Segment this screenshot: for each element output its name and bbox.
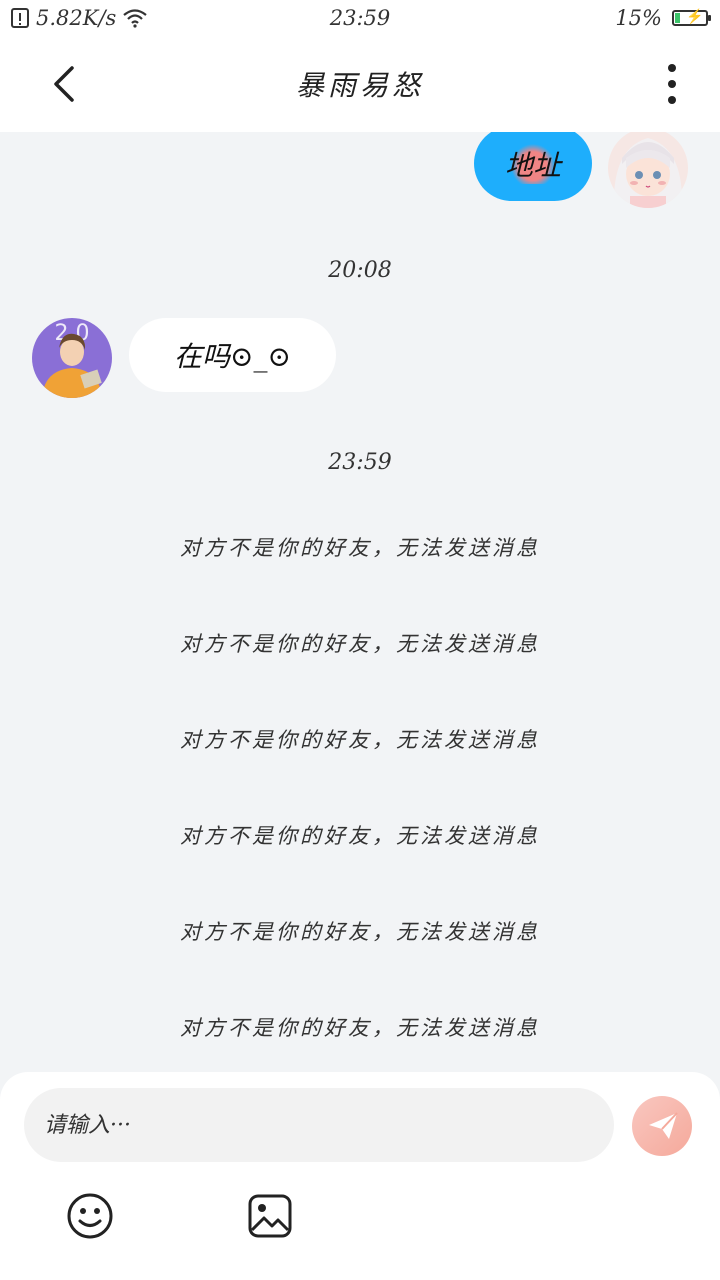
battery-level (675, 13, 680, 23)
chat-title: 暴雨易怒 (295, 69, 424, 102)
message-input[interactable] (24, 1088, 614, 1162)
timestamp: 23:59 (328, 450, 392, 475)
system-notice: 对方不是你的好友，无法发送消息 (180, 632, 540, 656)
system-notice: 对方不是你的好友，无法发送消息 (180, 824, 540, 848)
chat-messages[interactable]: 地址 20:08 2 0 在吗⊙_⊙ 23:59 对方不是你的好友，无法发送消息… (0, 132, 720, 1072)
system-notice: 对方不是你的好友，无法发送消息 (180, 728, 540, 752)
status-right: 15% ⚡ (615, 6, 711, 30)
emoji-button[interactable] (66, 1192, 114, 1240)
contact-avatar[interactable]: 2 0 (32, 318, 112, 398)
charging-icon: ⚡ (686, 9, 704, 25)
more-vertical-icon (668, 64, 676, 104)
input-panel (0, 1072, 720, 1280)
emoji-icon (67, 1193, 113, 1239)
system-notice: 对方不是你的好友，无法发送消息 (180, 1016, 540, 1040)
timestamp: 20:08 (328, 258, 392, 283)
status-time: 23:59 (329, 6, 391, 30)
battery-percent: 15% (615, 6, 662, 30)
system-notice: 对方不是你的好友，无法发送消息 (180, 920, 540, 944)
chat-header: 暴雨易怒 (0, 36, 720, 132)
status-bar: 5.82K/s 23:59 15% ⚡ (0, 0, 720, 36)
more-button[interactable] (652, 62, 692, 106)
boy-avatar-image: 2 0 (32, 318, 112, 398)
send-icon (649, 1112, 678, 1139)
received-message-bubble[interactable]: 在吗⊙_⊙ (129, 318, 336, 392)
sent-message-bubble[interactable]: 地址 (474, 132, 592, 201)
system-notice: 对方不是你的好友，无法发送消息 (180, 536, 540, 560)
anime-girl-avatar-image (608, 132, 688, 208)
image-icon (248, 1194, 292, 1238)
battery-icon: ⚡ (672, 9, 711, 26)
send-button[interactable] (632, 1096, 692, 1156)
image-button[interactable] (246, 1192, 294, 1240)
my-avatar[interactable] (608, 132, 688, 208)
sent-message-text: 地址 (504, 143, 561, 184)
received-message-text: 在吗⊙_⊙ (174, 340, 291, 373)
